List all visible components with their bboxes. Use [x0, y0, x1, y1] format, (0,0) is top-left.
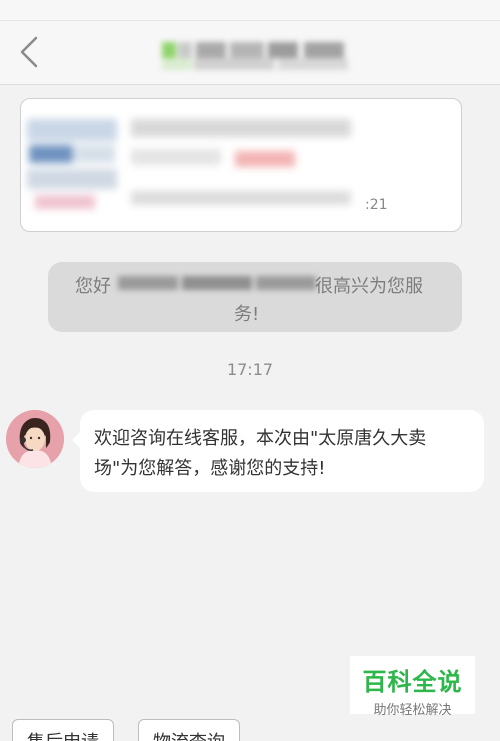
agent-avatar[interactable]	[6, 410, 64, 468]
watermark-sub: 助你轻松解决	[373, 703, 452, 718]
welcome-prefix: 您好	[75, 276, 111, 297]
store-name-redacted	[118, 272, 318, 294]
system-welcome-bubble: 您好 很高兴为您服 务!	[48, 262, 462, 332]
after-sales-button[interactable]: 售后申请	[12, 719, 114, 741]
order-card-redacted[interactable]: :21	[20, 98, 462, 232]
store-title-redacted	[158, 40, 358, 74]
logistics-query-button[interactable]: 物流查询	[138, 719, 240, 741]
message-timestamp: 17:17	[226, 360, 274, 379]
chat-header	[0, 0, 500, 85]
watermark-main: 百科全说	[362, 668, 463, 696]
order-card-blurred-content	[21, 99, 461, 231]
back-button[interactable]	[14, 34, 44, 70]
chevron-left-icon	[20, 36, 38, 68]
agent-message-bubble: 欢迎咨询在线客服，本次由"太原唐久大卖场"为您解答，感谢您的支持!	[72, 410, 484, 492]
agent-message-text: 欢迎咨询在线客服，本次由"太原唐久大卖场"为您解答，感谢您的支持!	[94, 428, 427, 479]
baike-watermark: 百科全说 助你轻松解决	[350, 656, 475, 718]
order-number-fragment: :21	[365, 197, 388, 213]
customer-service-avatar-icon	[6, 410, 64, 468]
welcome-suffix: 很高兴为您服	[315, 276, 423, 297]
welcome-line2: 务!	[234, 304, 260, 325]
status-divider	[0, 20, 500, 21]
